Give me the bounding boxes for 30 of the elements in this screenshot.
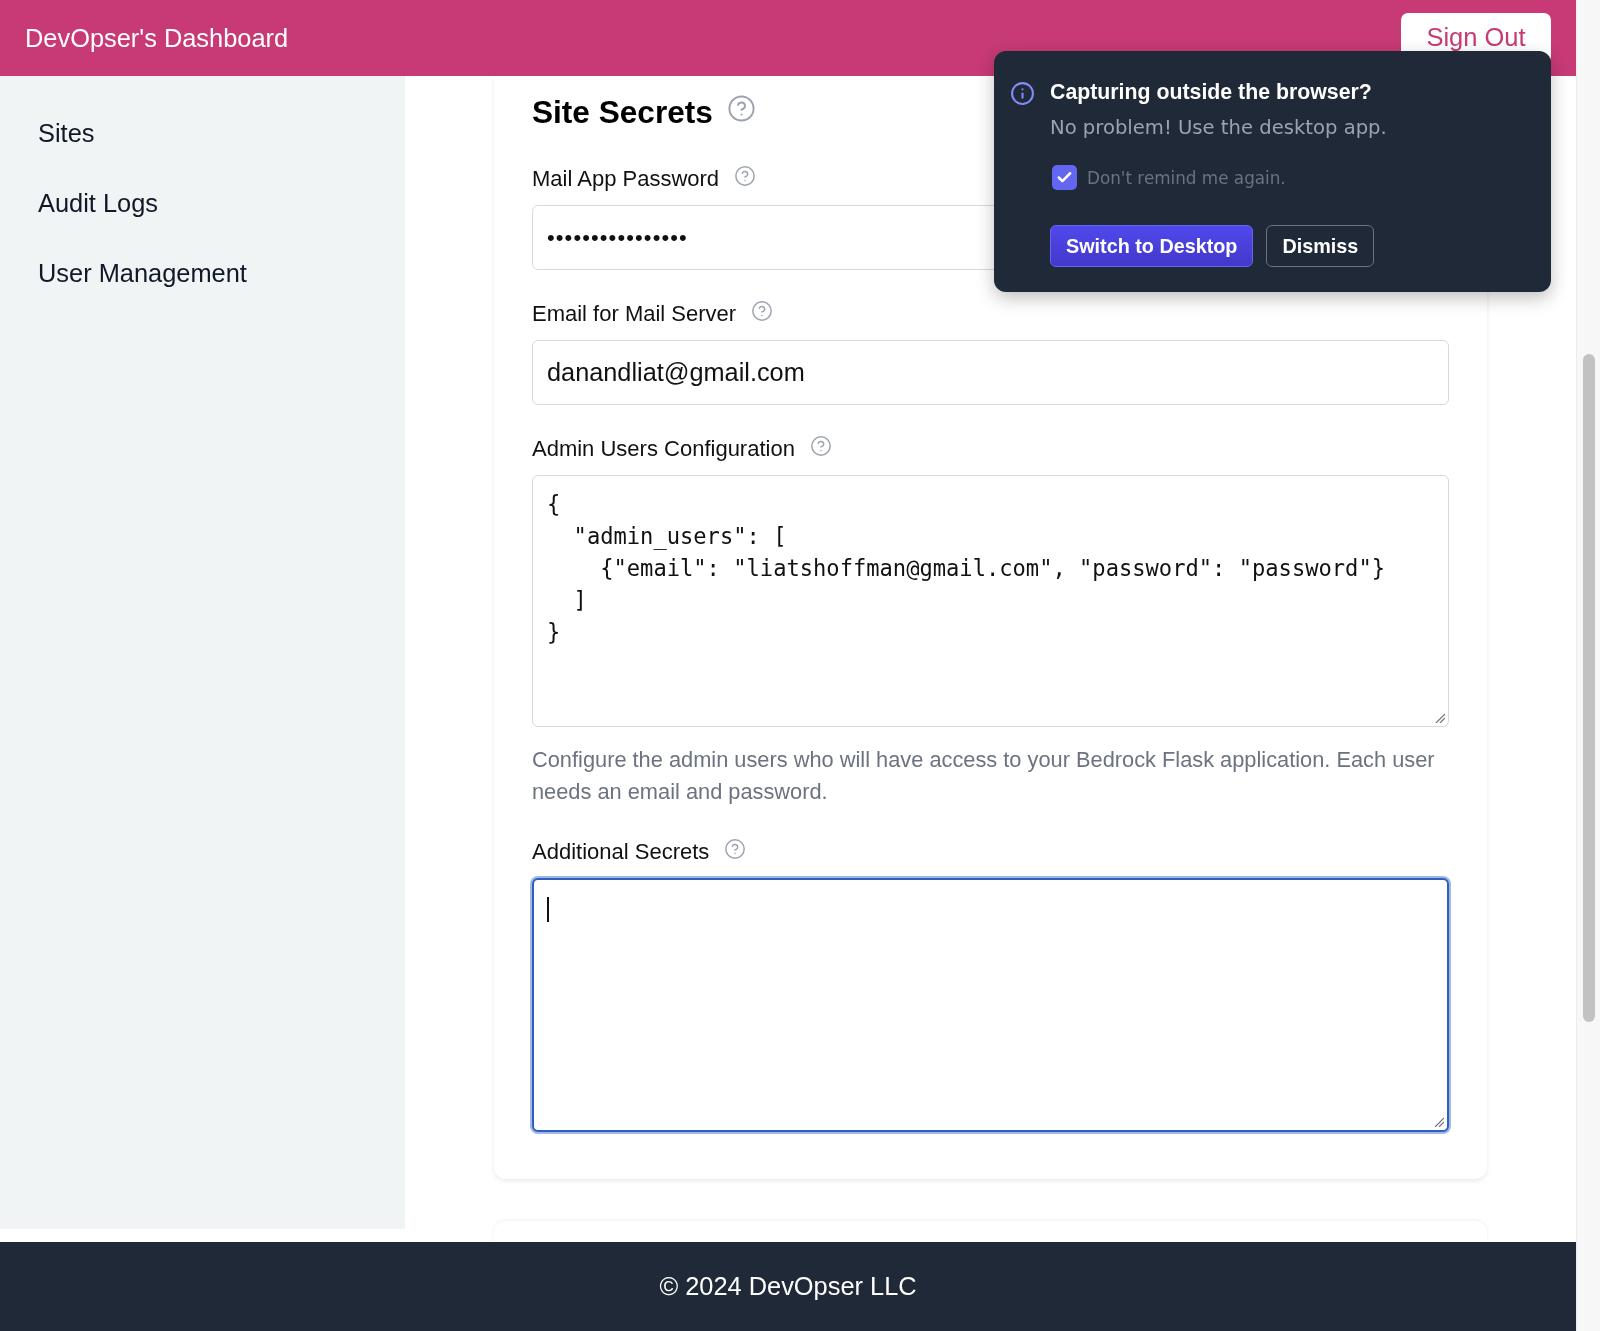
resize-handle-icon[interactable] <box>1434 1117 1444 1127</box>
popup-title: Capturing outside the browser? <box>1050 79 1373 105</box>
help-icon[interactable] <box>734 164 757 187</box>
field-label: Mail App Password <box>532 165 720 193</box>
info-icon <box>1010 81 1035 106</box>
field-label: Additional Secrets <box>532 838 710 866</box>
copyright-text: © 2024 DevOpser LLC <box>659 1272 917 1301</box>
resize-handle-icon[interactable] <box>1435 713 1445 723</box>
sidebar-item[interactable]: Audit Logs <box>0 178 405 228</box>
textarea-field[interactable] <box>532 878 1449 1132</box>
help-text: Configure the admin users who will have access to your Bedrock Flask application. Each user needs an email and password. <box>532 746 1436 806</box>
help-icon[interactable] <box>751 299 774 322</box>
popup-message: No problem! Use the desktop app. <box>1050 115 1387 141</box>
text-cursor-icon <box>547 897 549 922</box>
code-textarea[interactable]: { "admin_users": [ {"email": "liatshoffman@gmail.com", "password": "password"} ] } <box>532 475 1449 727</box>
sidebar-item[interactable]: Sites <box>0 108 405 158</box>
app-title: DevOpser's Dashboard <box>25 23 289 54</box>
switch-button[interactable]: Switch to Desktop <box>1050 225 1254 267</box>
sidebar-item[interactable]: User Management <box>0 248 405 298</box>
input-field[interactable]: danandliat@gmail.com <box>532 340 1449 405</box>
help-icon[interactable] <box>809 434 832 457</box>
help-icon[interactable] <box>724 837 747 860</box>
scrollbar-thumb[interactable] <box>1583 354 1595 1022</box>
section-title: Site Secrets <box>532 93 713 132</box>
help-icon[interactable] <box>726 94 756 123</box>
field-label: Email for Mail Server <box>532 300 737 328</box>
checkbox[interactable] <box>1052 165 1077 190</box>
scrollbar-track[interactable] <box>1576 0 1600 1331</box>
field-label: Admin Users Configuration <box>532 435 795 463</box>
dismiss-button[interactable]: Dismiss <box>1266 225 1375 267</box>
